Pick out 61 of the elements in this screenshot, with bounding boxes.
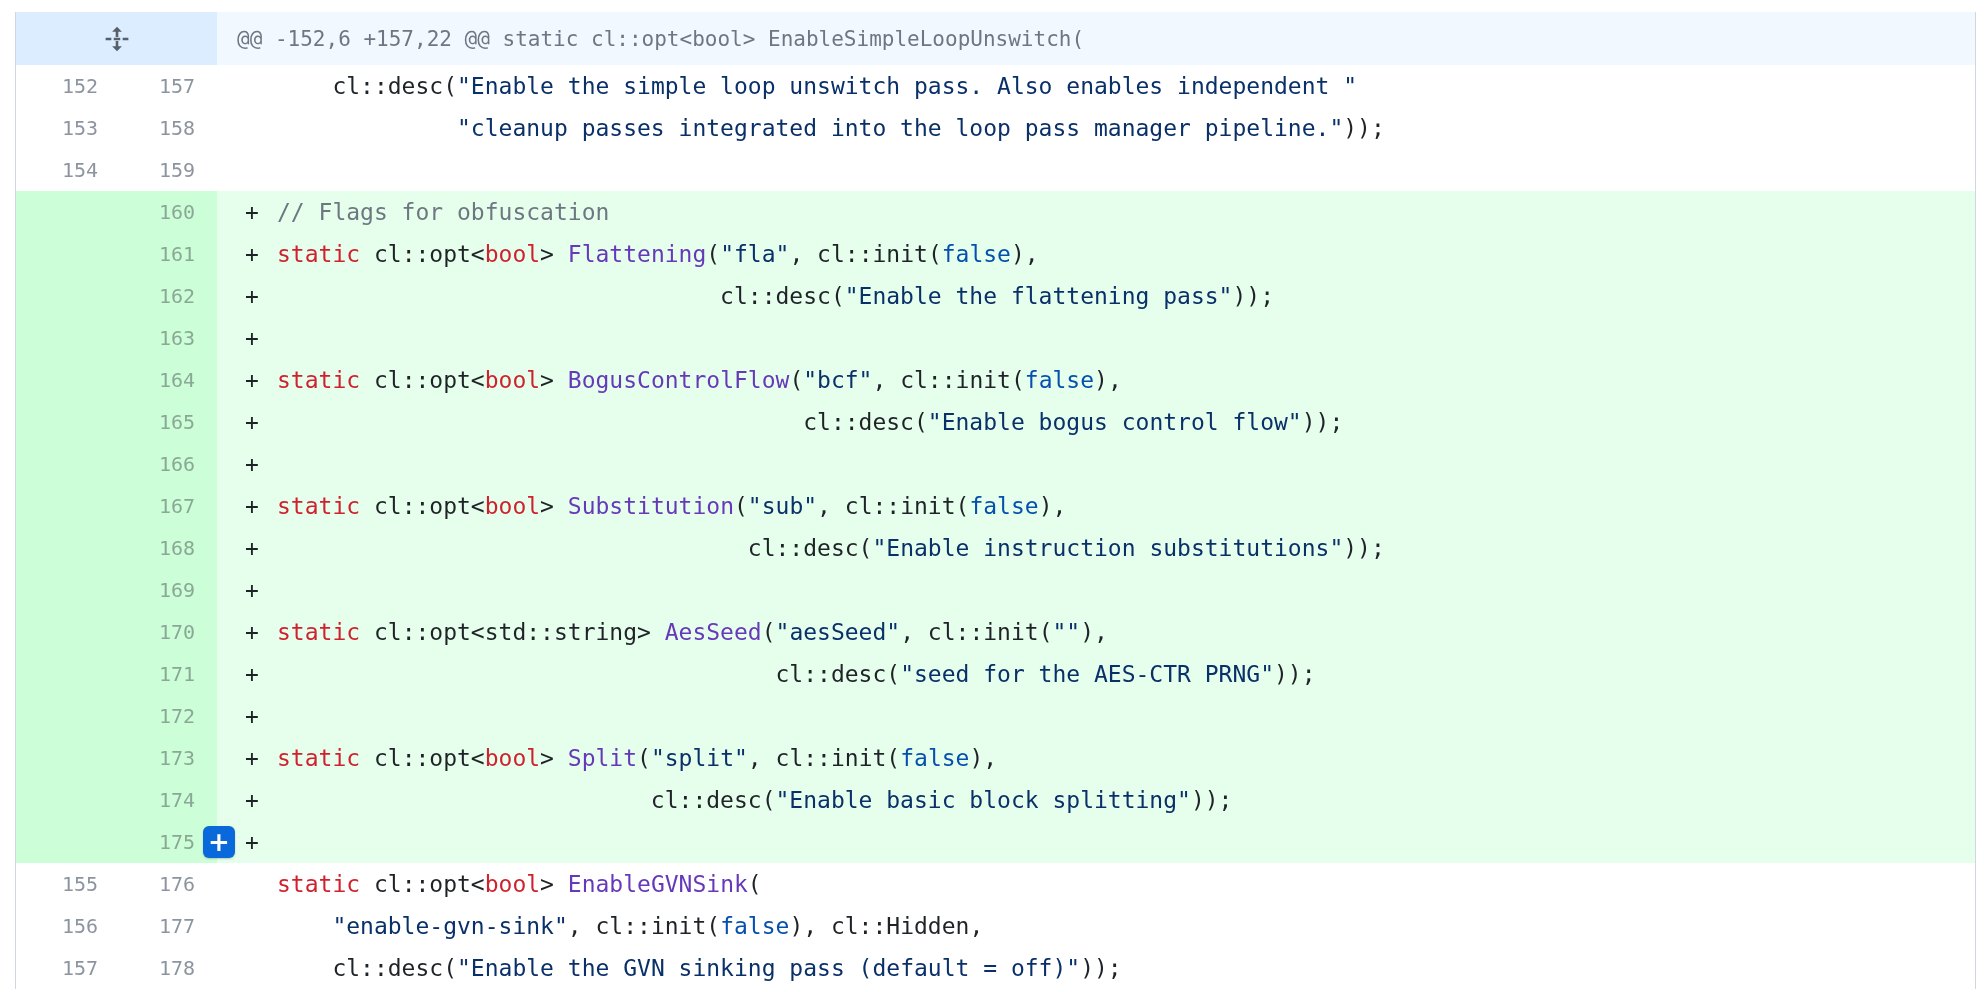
diff-marker: + [245, 241, 259, 267]
line-number: 170 [112, 611, 217, 653]
line-number: 166 [112, 443, 217, 485]
line-number: 152 [60, 73, 99, 100]
line-number: 163 [112, 317, 217, 359]
line-number: 158 [157, 115, 196, 142]
line-number: 171 [112, 653, 217, 695]
code-line: static cl::opt<bool> Flattening("fla", cl::init(false), [277, 241, 1039, 267]
line-number: 174 [112, 779, 217, 821]
line-number: 161 [112, 233, 217, 275]
code-line: cl::desc("Enable instruction substitutions")); [746, 535, 1385, 561]
code-line: static cl::opt<bool> Substitution("sub", cl::init(false), [277, 493, 1067, 519]
line-number: 153 [60, 115, 99, 142]
code-line: static cl::opt<bool> Split("split", cl::init(false), [277, 745, 998, 771]
diff-marker: + [245, 619, 259, 645]
diff-marker: + [245, 451, 259, 477]
line-number: 167 [112, 485, 217, 527]
code-line: "cleanup passes integrated into the loop pass manager pipeline.")); [456, 115, 1385, 141]
code-line: static cl::opt<std::string> AesSeed("aesSeed", cl::init(""), [277, 619, 1108, 645]
line-number: 165 [112, 401, 217, 443]
line-number: 169 [112, 569, 217, 611]
code-line: cl::desc("Enable the simple loop unswitch pass. Also enables independent " [331, 73, 1358, 99]
diff-marker: + [245, 409, 259, 435]
diff-marker: + [245, 367, 259, 393]
expand-icon[interactable] [103, 25, 130, 52]
diff-marker: + [245, 661, 259, 687]
line-number: 155 [60, 871, 99, 898]
code-line: cl::desc("Enable bogus control flow")); [802, 409, 1344, 435]
diff-marker: + [245, 199, 259, 225]
hunk-header: @@ -152,6 +157,22 @@ static cl::opt<bool> EnableSimpleLoopUnswitch( [237, 26, 1085, 51]
diff-marker: + [245, 493, 259, 519]
line-number: 177 [157, 913, 196, 940]
diff-marker: + [245, 535, 259, 561]
diff-marker: + [245, 745, 259, 771]
line-number: 154 [60, 157, 99, 184]
line-number: 159 [157, 157, 196, 184]
line-number: 160 [112, 191, 217, 233]
diff-marker: + [245, 283, 259, 309]
line-number: 156 [60, 913, 99, 940]
line-number: 157 [60, 955, 99, 982]
code-line: static cl::opt<bool> EnableGVNSink( [277, 871, 762, 897]
code-line: cl::desc("seed for the AES-CTR PRNG")); [774, 661, 1316, 687]
diff-marker: + [245, 829, 259, 855]
line-number: 164 [112, 359, 217, 401]
code-line: cl::desc("Enable basic block splitting")); [649, 787, 1233, 813]
code-line: "enable-gvn-sink", cl::init(false), cl::Hidden, [331, 913, 984, 939]
code-line: static cl::opt<bool> BogusControlFlow("bcf", cl::init(false), [277, 367, 1122, 393]
diff-marker: + [245, 325, 259, 351]
line-number: 168 [112, 527, 217, 569]
line-number: 172 [112, 695, 217, 737]
code-line: cl::desc("Enable the GVN sinking pass (default = off)")); [331, 955, 1122, 981]
line-number: 173 [112, 737, 217, 779]
diff-marker: + [245, 787, 259, 813]
line-number: 178 [157, 955, 196, 982]
code-line: // Flags for obfuscation [277, 199, 610, 225]
diff-marker: + [245, 703, 259, 729]
line-number: 157 [157, 73, 196, 100]
diff-marker: + [245, 577, 259, 603]
line-number: 162 [112, 275, 217, 317]
code-line: cl::desc("Enable the flattening pass")); [719, 283, 1274, 309]
line-number: 176 [157, 871, 196, 898]
